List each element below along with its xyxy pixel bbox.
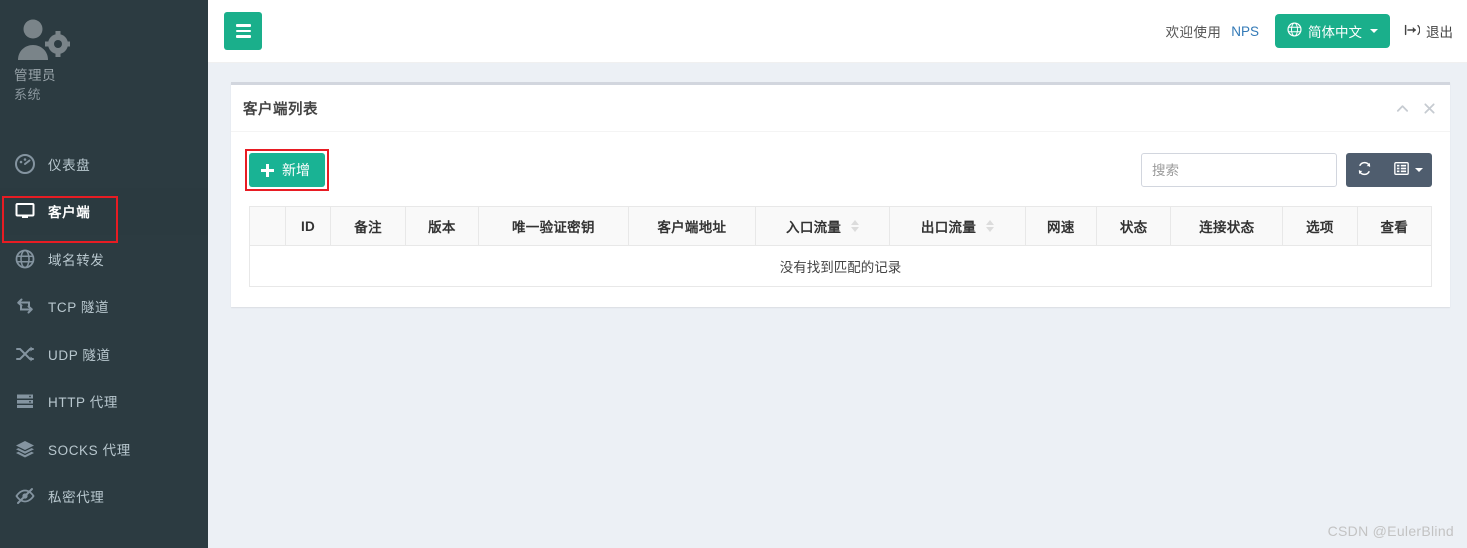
- table-column-header: 版本: [404, 206, 480, 246]
- logout-button[interactable]: 退出: [1404, 21, 1453, 41]
- sidebar-item-label: TCP 隧道: [48, 300, 110, 316]
- column-label: 版本: [428, 220, 456, 235]
- watermark: CSDN @EulerBlind: [1327, 523, 1454, 539]
- language-switcher-button[interactable]: 简体中文: [1275, 14, 1390, 48]
- client-list-panel: 客户端列表 新增 搜索 ID 备注 版本 唯一验证密钥 客户端地址 入口流量 出…: [231, 82, 1450, 307]
- sidebar-item-label: SOCKS 代理: [48, 442, 131, 458]
- hamburger-icon[interactable]: [224, 12, 262, 50]
- sidebar-item-label: HTTP 代理: [48, 395, 118, 411]
- column-label: 网速: [1047, 220, 1075, 235]
- exchange-arrows-icon: [14, 295, 36, 317]
- columns-list-icon: [1394, 161, 1409, 179]
- table-column-header: 客户端地址: [627, 206, 756, 246]
- table-header-row: ID 备注 版本 唯一验证密钥 客户端地址 入口流量 出口流量 网速 状态 连接状态 选项 查看: [249, 206, 1433, 246]
- welcome-text: 欢迎使用: [1165, 25, 1222, 40]
- table-column-header: 备注: [330, 206, 406, 246]
- column-label: 备注: [354, 220, 382, 235]
- column-label: 状态: [1119, 220, 1148, 235]
- sidebar-item-http-proxy[interactable]: HTTP 代理: [0, 378, 208, 426]
- table-column-header[interactable]: 出口流量: [889, 206, 1026, 246]
- search-input[interactable]: [1141, 153, 1337, 187]
- page-title: 客户端列表: [243, 101, 318, 118]
- toolbar-right: [1141, 153, 1432, 187]
- user-panel: 管理员 系统: [0, 0, 208, 118]
- random-shuffle-icon: [14, 343, 36, 365]
- topbar: 欢迎使用 NPS 简体中文 退出: [208, 0, 1467, 63]
- column-label: 出口流量: [920, 220, 977, 235]
- sort-arrows-icon[interactable]: [851, 220, 860, 232]
- table-action-buttons: [1346, 153, 1432, 187]
- table-column-header: 连接状态: [1170, 206, 1284, 246]
- panel-body: 新增 搜索 ID 备注 版本 唯一验证密钥 客户端地址 入口流量 出口流量 网速…: [231, 132, 1450, 307]
- user-name: 管理员: [14, 68, 56, 83]
- plus-icon: [261, 163, 274, 177]
- table-header: ID 备注 版本 唯一验证密钥 客户端地址 入口流量 出口流量 网速 状态 连接状态 选项 查看: [249, 206, 1433, 246]
- nps-link[interactable]: NPS: [1231, 24, 1259, 39]
- user-gear-icon: [14, 18, 71, 62]
- caret-down-icon: [1415, 168, 1423, 172]
- main-area: 欢迎使用 NPS 简体中文 退出 客户端列表 新增 搜索 ID 备注 版本 唯一…: [208, 0, 1467, 548]
- sort-arrows-icon[interactable]: [986, 220, 995, 232]
- user-role: 系统: [14, 87, 42, 102]
- sidebar-item-tcp-tunnel[interactable]: TCP 隧道: [0, 283, 208, 331]
- app-root: 管理员 系统 仪表盘 客户端 域名转发 TCP 隧道 UDP 隧道 HTTP 代…: [0, 0, 1467, 548]
- table-column-header: 查看: [1356, 206, 1433, 246]
- sidebar-item-label: 仪表盘: [48, 157, 91, 173]
- panel-header: 客户端列表: [231, 85, 1450, 132]
- sidebar-nav: 仪表盘 客户端 域名转发 TCP 隧道 UDP 隧道 HTTP 代理 SOCKS…: [0, 140, 208, 520]
- topbar-right: 欢迎使用 NPS 简体中文 退出: [1166, 14, 1467, 48]
- table-column-header: 状态: [1095, 206, 1172, 246]
- eye-slash-icon: [14, 485, 36, 507]
- column-label: 选项: [1306, 220, 1334, 235]
- table-empty-row: 没有找到匹配的记录: [249, 245, 1432, 287]
- refresh-button[interactable]: [1346, 153, 1383, 187]
- sidebar-item-label: 域名转发: [48, 252, 105, 268]
- table-column-header: ID: [284, 206, 332, 246]
- add-client-button[interactable]: 新增: [249, 153, 325, 187]
- table-column-header[interactable]: 入口流量: [754, 206, 891, 246]
- sidebar: 管理员 系统 仪表盘 客户端 域名转发 TCP 隧道 UDP 隧道 HTTP 代…: [0, 0, 208, 548]
- column-label: 连接状态: [1199, 220, 1255, 235]
- empty-message: 没有找到匹配的记录: [249, 245, 1432, 287]
- column-label: 入口流量: [786, 220, 842, 235]
- column-label: 查看: [1380, 220, 1409, 235]
- sidebar-item-label: UDP 隧道: [48, 347, 111, 363]
- layers-icon: [14, 438, 36, 460]
- table-column-header: 选项: [1282, 206, 1358, 246]
- logout-label: 退出: [1426, 25, 1453, 40]
- add-button-label: 新增: [282, 162, 310, 178]
- sidebar-item-socks-proxy[interactable]: SOCKS 代理: [0, 425, 208, 473]
- dashboard-gauge-icon: [14, 153, 36, 175]
- refresh-icon: [1357, 161, 1372, 179]
- sidebar-item-client[interactable]: 客户端: [0, 187, 208, 235]
- chevron-up-icon[interactable]: [1396, 102, 1409, 115]
- table-column-header: 唯一验证密钥: [478, 206, 629, 246]
- table-body: 没有找到匹配的记录: [249, 245, 1432, 287]
- close-icon[interactable]: [1423, 102, 1436, 115]
- table-column-header: [249, 206, 286, 246]
- column-label: 客户端地址: [657, 220, 727, 235]
- column-label: 唯一验证密钥: [511, 220, 595, 235]
- sidebar-item-private-proxy[interactable]: 私密代理: [0, 473, 208, 521]
- table-column-header: 网速: [1024, 206, 1097, 246]
- server-icon: [14, 390, 36, 412]
- sidebar-item-udp-tunnel[interactable]: UDP 隧道: [0, 330, 208, 378]
- sidebar-item-label: 客户端: [48, 205, 91, 221]
- sidebar-item-domain-forward[interactable]: 域名转发: [0, 235, 208, 283]
- table-toolbar: 新增: [245, 149, 1432, 191]
- globe-icon: [1287, 22, 1302, 40]
- caret-down-icon: [1370, 29, 1378, 33]
- language-label: 简体中文: [1308, 25, 1362, 40]
- sidebar-item-dashboard[interactable]: 仪表盘: [0, 140, 208, 188]
- sign-out-icon: [1404, 22, 1421, 41]
- add-button-wrapper: 新增: [245, 149, 329, 191]
- content-area: 客户端列表 新增 搜索 ID 备注 版本 唯一验证密钥 客户端地址 入口流量 出…: [208, 63, 1467, 307]
- column-toggle-button[interactable]: [1383, 153, 1432, 187]
- column-label: ID: [300, 218, 316, 234]
- monitor-icon: [14, 200, 36, 222]
- client-table: ID 备注 版本 唯一验证密钥 客户端地址 入口流量 出口流量 网速 状态 连接状态 选项 查看 没有…: [249, 206, 1433, 287]
- sidebar-item-label: 私密代理: [48, 490, 105, 506]
- panel-tools: [1396, 102, 1436, 115]
- globe-icon: [14, 248, 36, 270]
